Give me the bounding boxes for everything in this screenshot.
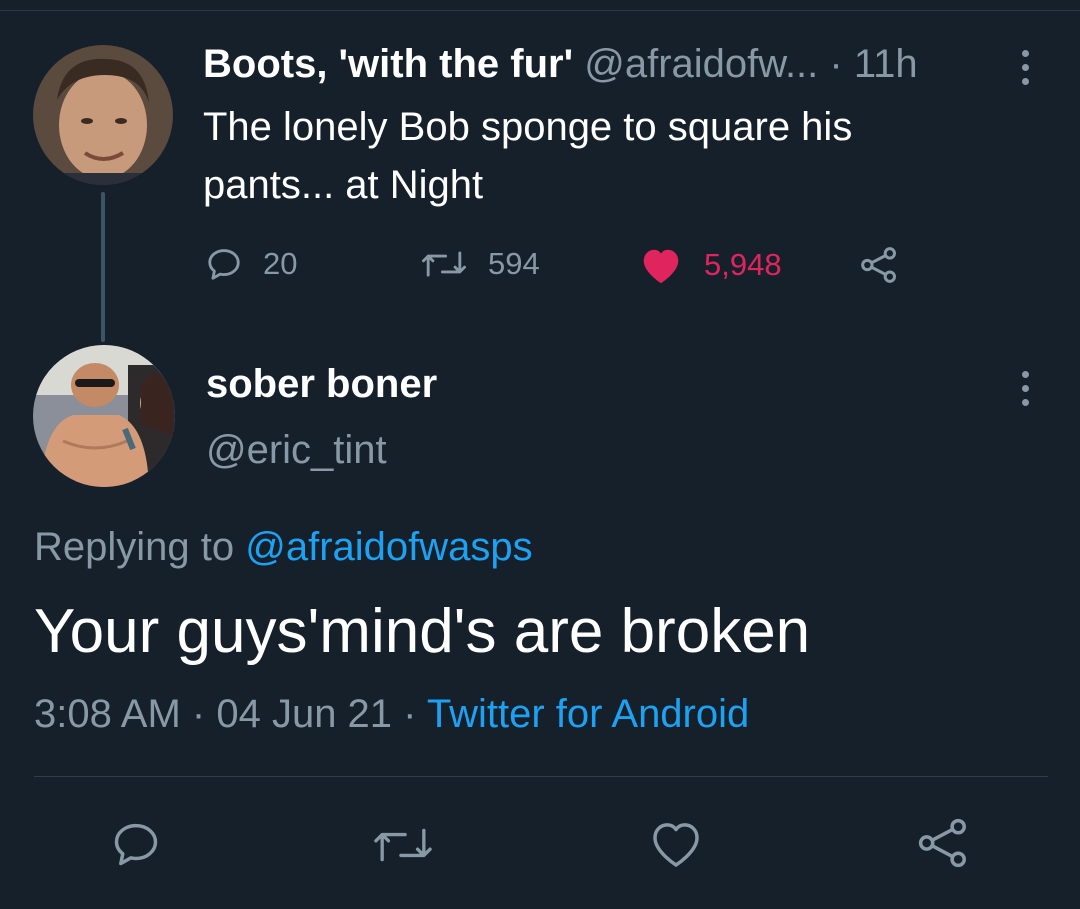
parent-header: Boots, 'with the fur' @afraidofw... · 11… [203,40,993,88]
reply-avatar[interactable] [33,345,175,487]
actions-divider [34,776,1048,777]
retweet-button[interactable] [370,820,436,875]
share-icon [861,247,896,283]
heart-icon [653,823,699,867]
retweet-icon [421,251,467,277]
retweet-icon [374,828,432,862]
parent-reply-button[interactable]: 20 [205,245,297,283]
tweet-date[interactable]: 04 Jun 21 [216,692,392,736]
share-button[interactable] [915,815,971,876]
reply-icon [114,823,158,866]
reply-icon [208,249,240,280]
like-button[interactable] [648,818,704,875]
parent-retweet-button[interactable]: 594 [420,245,540,283]
parent-reply-count: 20 [263,246,298,281]
meta-separator-2: · [403,692,417,736]
heart-icon [643,249,679,284]
meta-separator-1: · [191,692,206,736]
parent-text-line-1: The lonely Bob sponge to square his [203,105,853,149]
header-separator: · [829,42,843,86]
reply-display-name[interactable]: sober boner [206,362,437,407]
parent-time[interactable]: 11h [854,42,918,86]
parent-handle[interactable]: @afraidofw... [584,42,818,86]
replying-prefix: Replying to [34,525,235,569]
parent-like-button[interactable]: 5,948 [638,245,782,285]
replying-to-handle-link[interactable]: @afraidofwasps [245,525,532,569]
tweet-time[interactable]: 3:08 AM [34,692,181,736]
parent-display-name[interactable]: Boots, 'with the fur' [203,42,573,86]
parent-tweet-text: The lonely Bob sponge to square his pant… [203,98,1003,214]
tweet-metadata: 3:08 AM · 04 Jun 21 · Twitter for Androi… [34,692,749,737]
parent-share-button[interactable] [858,245,900,285]
parent-text-line-2: pants... at Night [203,163,484,207]
more-options-icon[interactable] [1019,50,1031,85]
top-divider [0,10,1080,11]
reply-button[interactable] [110,818,162,875]
reply-handle[interactable]: @eric_tint [206,428,387,473]
reply-tweet-text: Your guys'mind's are broken [34,597,811,666]
parent-like-count: 5,948 [704,247,782,282]
parent-avatar[interactable] [33,45,173,185]
more-options-icon[interactable] [1019,371,1031,406]
share-icon [918,818,966,868]
replying-to-line: Replying to @afraidofwasps [34,525,533,570]
thread-connector [101,192,105,342]
parent-retweet-count: 594 [488,246,540,281]
tweet-source-link[interactable]: Twitter for Android [427,692,749,736]
